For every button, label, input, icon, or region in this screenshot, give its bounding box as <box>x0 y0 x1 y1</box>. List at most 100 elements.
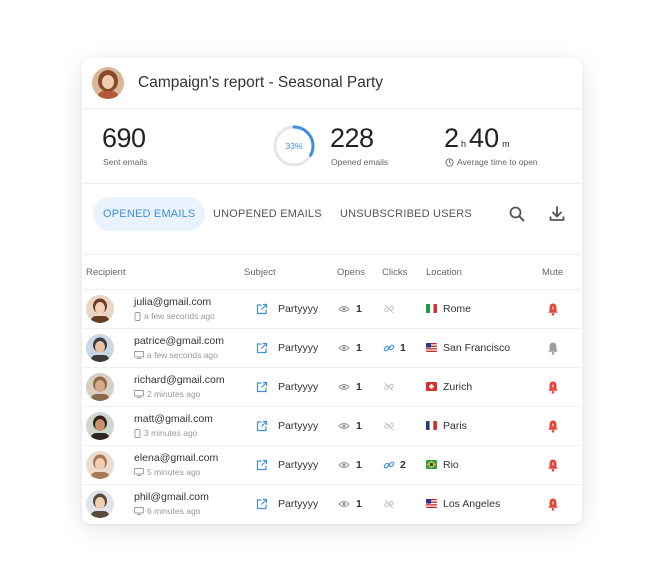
opens-count: 1 <box>356 303 362 315</box>
open-in-new-icon[interactable] <box>256 498 268 510</box>
link-off-icon <box>384 382 394 392</box>
flag-fr-icon <box>426 421 437 430</box>
table-row[interactable]: julia@gmail.com a few seconds ago Partyy… <box>82 290 582 329</box>
download-icon[interactable] <box>547 204 567 224</box>
link-off-icon <box>384 304 394 314</box>
link-icon <box>383 461 395 469</box>
avatar <box>86 295 114 323</box>
subject-text[interactable]: Partyyyy <box>278 420 318 432</box>
tab-unsubscribed-users[interactable]: UNSUBSCRIBED USERS <box>330 197 482 231</box>
link-off-icon <box>384 421 394 431</box>
location-text: Rome <box>443 303 472 315</box>
avatar <box>86 490 114 518</box>
page-title: Campaign's report - Seasonal Party <box>138 74 384 91</box>
open-in-new-icon[interactable] <box>256 459 268 471</box>
clicks-count: 1 <box>400 342 406 354</box>
sent-emails-value: 690 <box>102 123 146 153</box>
open-in-new-icon[interactable] <box>256 342 268 354</box>
open-time: 2 minutes ago <box>134 389 200 399</box>
open-in-new-icon[interactable] <box>256 420 268 432</box>
col-recipient[interactable]: Recipient <box>86 267 126 278</box>
subject-text[interactable]: Partyyyy <box>278 498 318 510</box>
avg-time-minutes-unit: m <box>502 139 510 149</box>
avg-time-label: Average time to open <box>457 157 538 167</box>
campaign-avatar <box>92 67 124 99</box>
avatar <box>86 412 114 440</box>
eye-icon <box>338 306 350 312</box>
avatar <box>86 451 114 479</box>
bell-icon[interactable] <box>547 497 559 511</box>
location-text: Rio <box>443 459 459 471</box>
recipient-email: richard@gmail.com <box>134 374 225 386</box>
link-off-icon <box>384 499 394 509</box>
opens-count: 1 <box>356 498 362 510</box>
bell-icon[interactable] <box>547 302 559 316</box>
location-text: Los Angeles <box>443 498 501 510</box>
open-time: a few seconds ago <box>134 311 215 321</box>
search-icon[interactable] <box>507 204 527 224</box>
clicks-count: 2 <box>400 459 406 471</box>
table-header: Recipient Subject Opens Clicks Location … <box>82 255 582 290</box>
opened-percent: 33% <box>285 141 302 151</box>
table-row[interactable]: elena@gmail.com 5 minutes ago Partyyyy 1… <box>82 446 582 485</box>
bell-icon[interactable] <box>547 458 559 472</box>
open-in-new-icon[interactable] <box>256 381 268 393</box>
bell-icon[interactable] <box>547 380 559 394</box>
mobile-icon <box>134 428 141 438</box>
mobile-icon <box>134 311 141 321</box>
table-row[interactable]: matt@gmail.com 3 minutes ago Partyyyy 1 … <box>82 407 582 446</box>
opened-emails-label: Opened emails <box>331 157 389 167</box>
col-location[interactable]: Location <box>426 267 462 278</box>
open-time: 3 minutes ago <box>134 428 197 438</box>
recipient-email: patrice@gmail.com <box>134 335 225 347</box>
avg-time-hours: 2 <box>444 123 460 153</box>
stats-bar: 690 Sent emails 33% 228 Opened emails 2 … <box>82 109 582 184</box>
col-subject[interactable]: Subject <box>244 267 276 278</box>
recipient-email: julia@gmail.com <box>134 296 212 308</box>
subject-text[interactable]: Partyyyy <box>278 342 318 354</box>
eye-icon <box>338 462 350 468</box>
location-text: Zurich <box>443 381 473 393</box>
subject-text[interactable]: Partyyyy <box>278 459 318 471</box>
eye-icon <box>338 501 350 507</box>
col-opens[interactable]: Opens <box>337 267 365 278</box>
location-text: San Francisco <box>443 342 511 354</box>
flag-us-icon <box>426 343 437 352</box>
table-row[interactable]: phil@gmail.com 6 minutes ago Partyyyy 1 … <box>82 485 582 523</box>
open-time-text: 3 minutes ago <box>144 428 198 438</box>
subject-text[interactable]: Partyyyy <box>278 303 318 315</box>
avatar <box>86 334 114 362</box>
clock-icon <box>445 157 454 167</box>
avg-time-hours-unit: h <box>461 139 467 149</box>
bell-icon[interactable] <box>547 419 559 433</box>
desktop-icon <box>134 390 144 398</box>
subject-text[interactable]: Partyyyy <box>278 381 318 393</box>
open-time-text: 5 minutes ago <box>147 467 201 477</box>
open-time-text: 2 minutes ago <box>147 389 201 399</box>
open-time: 5 minutes ago <box>134 467 200 477</box>
report-header: Campaign's report - Seasonal Party <box>82 58 582 109</box>
open-in-new-icon[interactable] <box>256 303 268 315</box>
avg-time-value: 2 h 40 m <box>444 123 510 154</box>
open-time: 6 minutes ago <box>134 506 200 516</box>
tab-bar: OPENED EMAILS UNOPENED EMAILS UNSUBSCRIB… <box>82 184 582 255</box>
flag-it-icon <box>426 304 437 313</box>
table-row[interactable]: richard@gmail.com 2 minutes ago Partyyyy… <box>82 368 582 407</box>
bell-muted-icon[interactable] <box>547 341 559 355</box>
recipient-email: matt@gmail.com <box>134 413 213 425</box>
open-time-text: 6 minutes ago <box>147 506 201 516</box>
table-row[interactable]: patrice@gmail.com a few seconds ago Part… <box>82 329 582 368</box>
tab-opened-emails[interactable]: OPENED EMAILS <box>93 197 206 231</box>
col-mute[interactable]: Mute <box>542 267 563 278</box>
recipient-table: julia@gmail.com a few seconds ago Partyy… <box>82 290 582 523</box>
desktop-icon <box>134 468 144 476</box>
tab-unopened-emails[interactable]: UNOPENED EMAILS <box>203 197 332 231</box>
flag-ch-icon <box>426 382 437 391</box>
sent-emails-label: Sent emails <box>103 157 148 167</box>
avg-time-minutes: 40 <box>469 123 500 153</box>
col-clicks[interactable]: Clicks <box>382 267 407 278</box>
recipient-email: phil@gmail.com <box>134 491 209 503</box>
avatar <box>86 373 114 401</box>
flag-br-icon <box>426 460 437 469</box>
opened-progress-ring: 33% <box>273 125 315 167</box>
